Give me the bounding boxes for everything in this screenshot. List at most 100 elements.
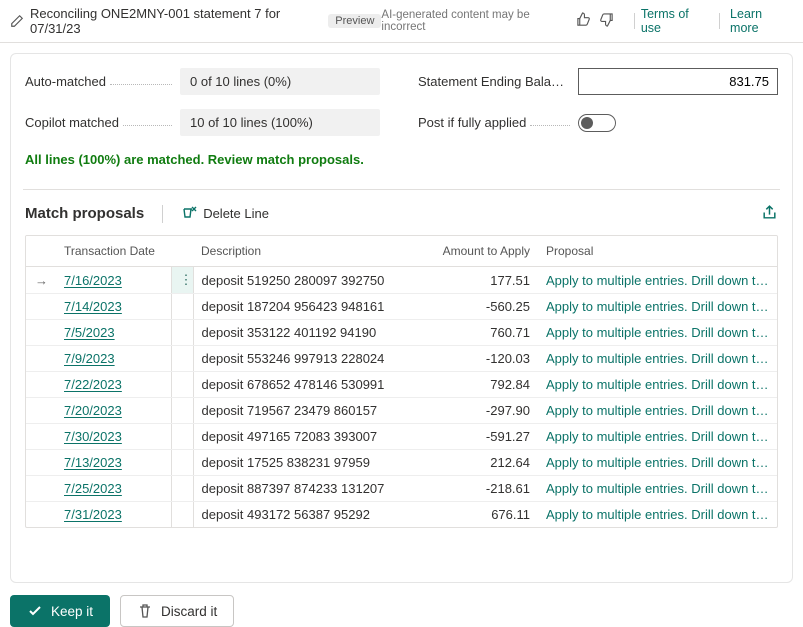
table-row[interactable]: 7/5/2023 deposit 353122 401192 94190760.7… xyxy=(26,320,777,346)
preview-badge: Preview xyxy=(328,14,381,28)
post-if-applied-toggle[interactable] xyxy=(578,114,616,132)
learn-more-link[interactable]: Learn more xyxy=(730,7,791,35)
row-indicator xyxy=(26,450,56,476)
post-if-applied-label: Post if fully applied xyxy=(418,115,526,130)
main-panel: Auto-matched 0 of 10 lines (0%) Statemen… xyxy=(10,53,793,583)
copilot-matched-label: Copilot matched xyxy=(25,115,119,130)
more-options-icon xyxy=(171,320,193,346)
cell-date[interactable]: 7/20/2023 xyxy=(56,398,171,424)
col-proposal[interactable]: Proposal xyxy=(538,236,777,267)
cell-proposal[interactable]: Apply to multiple entries. Drill down to… xyxy=(538,320,777,346)
cell-amount: 177.51 xyxy=(428,267,538,294)
cell-amount: -591.27 xyxy=(428,424,538,450)
table-row[interactable]: 7/31/2023 deposit 493172 56387 95292676.1… xyxy=(26,502,777,528)
cell-date[interactable]: 7/16/2023 xyxy=(56,267,171,294)
auto-matched-label: Auto-matched xyxy=(25,74,106,89)
col-description[interactable]: Description xyxy=(193,236,428,267)
cell-amount: -560.25 xyxy=(428,294,538,320)
discard-it-button[interactable]: Discard it xyxy=(120,595,234,627)
delete-line-icon xyxy=(181,204,197,223)
cell-date[interactable]: 7/5/2023 xyxy=(56,320,171,346)
cell-proposal[interactable]: Apply to multiple entries. Drill down to… xyxy=(538,346,777,372)
keep-it-button[interactable]: Keep it xyxy=(10,595,110,627)
table-row[interactable]: 7/9/2023 deposit 553246 997913 228024-120… xyxy=(26,346,777,372)
delete-line-button[interactable]: Delete Line xyxy=(175,200,275,227)
cell-date[interactable]: 7/9/2023 xyxy=(56,346,171,372)
cell-description: deposit 493172 56387 95292 xyxy=(193,502,428,528)
more-options-icon xyxy=(171,450,193,476)
cell-description: deposit 719567 23479 860157 xyxy=(193,398,428,424)
cell-proposal[interactable]: Apply to multiple entries. Drill down to… xyxy=(538,476,777,502)
cell-date[interactable]: 7/13/2023 xyxy=(56,450,171,476)
ai-disclaimer: AI-generated content may be incorrect xyxy=(381,9,568,33)
terms-link[interactable]: Terms of use xyxy=(641,7,709,35)
cell-amount: 792.84 xyxy=(428,372,538,398)
cell-date[interactable]: 7/22/2023 xyxy=(56,372,171,398)
match-proposals-header: Match proposals Delete Line xyxy=(25,190,778,235)
cell-amount: 212.64 xyxy=(428,450,538,476)
proposals-table: Transaction Date Description Amount to A… xyxy=(25,235,778,528)
status-message: All lines (100%) are matched. Review mat… xyxy=(25,152,778,167)
cell-amount: -120.03 xyxy=(428,346,538,372)
cell-description: deposit 17525 838231 97959 xyxy=(193,450,428,476)
table-row[interactable]: 7/22/2023 deposit 678652 478146 530991792… xyxy=(26,372,777,398)
cell-proposal[interactable]: Apply to multiple entries. Drill down to… xyxy=(538,502,777,528)
cell-proposal[interactable]: Apply to multiple entries. Drill down to… xyxy=(538,398,777,424)
delete-line-label: Delete Line xyxy=(203,206,269,221)
row-indicator xyxy=(26,346,56,372)
copilot-matched-value: 10 of 10 lines (100%) xyxy=(180,109,380,136)
auto-matched-value: 0 of 10 lines (0%) xyxy=(180,68,380,95)
table-row[interactable]: 7/25/2023 deposit 887397 874233 131207-21… xyxy=(26,476,777,502)
more-options-icon xyxy=(171,372,193,398)
cell-proposal[interactable]: Apply to multiple entries. Drill down to… xyxy=(538,294,777,320)
table-row[interactable]: 7/14/2023 deposit 187204 956423 948161-56… xyxy=(26,294,777,320)
col-amount[interactable]: Amount to Apply xyxy=(428,236,538,267)
more-options-icon xyxy=(171,398,193,424)
balance-label: Statement Ending Bala… xyxy=(418,74,564,89)
cell-proposal[interactable]: Apply to multiple entries. Drill down to… xyxy=(538,267,777,294)
more-options-icon[interactable]: ⋮ xyxy=(171,267,193,294)
more-options-icon xyxy=(171,476,193,502)
row-indicator xyxy=(26,476,56,502)
cell-date[interactable]: 7/14/2023 xyxy=(56,294,171,320)
row-indicator xyxy=(26,320,56,346)
keep-it-label: Keep it xyxy=(51,604,93,619)
edit-icon[interactable] xyxy=(10,14,24,28)
cell-amount: 676.11 xyxy=(428,502,538,528)
summary: Auto-matched 0 of 10 lines (0%) Statemen… xyxy=(25,68,778,136)
cell-description: deposit 187204 956423 948161 xyxy=(193,294,428,320)
thumbs-up-icon[interactable] xyxy=(576,12,591,30)
row-indicator xyxy=(26,424,56,450)
more-options-icon xyxy=(171,294,193,320)
cell-description: deposit 887397 874233 131207 xyxy=(193,476,428,502)
more-options-icon xyxy=(171,502,193,528)
cell-proposal[interactable]: Apply to multiple entries. Drill down to… xyxy=(538,450,777,476)
more-options-icon xyxy=(171,346,193,372)
row-indicator: → xyxy=(26,267,56,294)
table-row[interactable]: 7/13/2023 deposit 17525 838231 97959212.6… xyxy=(26,450,777,476)
share-icon[interactable] xyxy=(761,204,778,224)
cell-amount: 760.71 xyxy=(428,320,538,346)
cell-amount: -218.61 xyxy=(428,476,538,502)
cell-date[interactable]: 7/30/2023 xyxy=(56,424,171,450)
col-date[interactable]: Transaction Date xyxy=(56,236,171,267)
cell-description: deposit 353122 401192 94190 xyxy=(193,320,428,346)
row-indicator xyxy=(26,502,56,528)
match-proposals-title: Match proposals xyxy=(25,205,144,222)
cell-description: deposit 553246 997913 228024 xyxy=(193,346,428,372)
thumbs-down-icon[interactable] xyxy=(599,12,614,30)
table-row[interactable]: 7/30/2023 deposit 497165 72083 393007-591… xyxy=(26,424,777,450)
cell-description: deposit 497165 72083 393007 xyxy=(193,424,428,450)
table-row[interactable]: 7/20/2023 deposit 719567 23479 860157-297… xyxy=(26,398,777,424)
row-indicator xyxy=(26,398,56,424)
cell-description: deposit 678652 478146 530991 xyxy=(193,372,428,398)
cell-date[interactable]: 7/31/2023 xyxy=(56,502,171,528)
balance-input[interactable] xyxy=(578,68,778,95)
cell-date[interactable]: 7/25/2023 xyxy=(56,476,171,502)
table-row[interactable]: →7/16/2023⋮deposit 519250 280097 3927501… xyxy=(26,267,777,294)
table-header-row: Transaction Date Description Amount to A… xyxy=(26,236,777,267)
row-indicator xyxy=(26,372,56,398)
cell-amount: -297.90 xyxy=(428,398,538,424)
cell-proposal[interactable]: Apply to multiple entries. Drill down to… xyxy=(538,424,777,450)
cell-proposal[interactable]: Apply to multiple entries. Drill down to… xyxy=(538,372,777,398)
